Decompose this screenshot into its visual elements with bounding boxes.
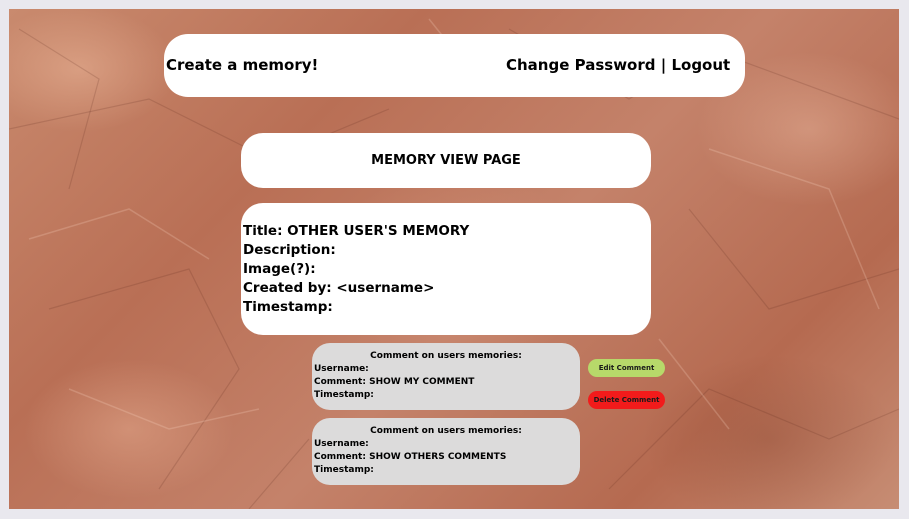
account-links: Change Password | Logout [506, 56, 730, 74]
comment-card-others: Comment on users memories: Username: Com… [312, 418, 580, 485]
comment-header: Comment on users memories: [370, 351, 522, 361]
comment-text: Comment: SHOW OTHERS COMMENTS [314, 452, 507, 462]
nav-separator: | [660, 56, 667, 74]
memory-title: Title: OTHER USER'S MEMORY [243, 223, 470, 239]
memory-description: Description: [243, 242, 336, 258]
memory-timestamp: Timestamp: [243, 299, 333, 315]
comment-username: Username: [314, 439, 369, 449]
comment-username: Username: [314, 364, 369, 374]
edit-comment-button[interactable]: Edit Comment [588, 359, 665, 377]
comment-card-own: Comment on users memories: Username: Com… [312, 343, 580, 410]
memory-image: Image(?): [243, 261, 316, 277]
page-title-panel: MEMORY VIEW PAGE [241, 133, 651, 188]
memory-created-by: Created by: <username> [243, 280, 435, 296]
comment-text: Comment: SHOW MY COMMENT [314, 377, 475, 387]
memory-details-panel: Title: OTHER USER'S MEMORY Description: … [241, 203, 651, 335]
delete-comment-button[interactable]: Delete Comment [588, 391, 665, 409]
page-title: MEMORY VIEW PAGE [371, 153, 521, 168]
logout-link[interactable]: Logout [671, 56, 730, 74]
comment-header: Comment on users memories: [370, 426, 522, 436]
create-memory-link[interactable]: Create a memory! [166, 56, 318, 74]
crumpled-paper-background: Create a memory! Change Password | Logou… [9, 9, 899, 509]
change-password-link[interactable]: Change Password [506, 56, 656, 74]
comment-timestamp: Timestamp: [314, 465, 374, 475]
top-nav-bar: Create a memory! Change Password | Logou… [164, 34, 745, 97]
comment-timestamp: Timestamp: [314, 390, 374, 400]
